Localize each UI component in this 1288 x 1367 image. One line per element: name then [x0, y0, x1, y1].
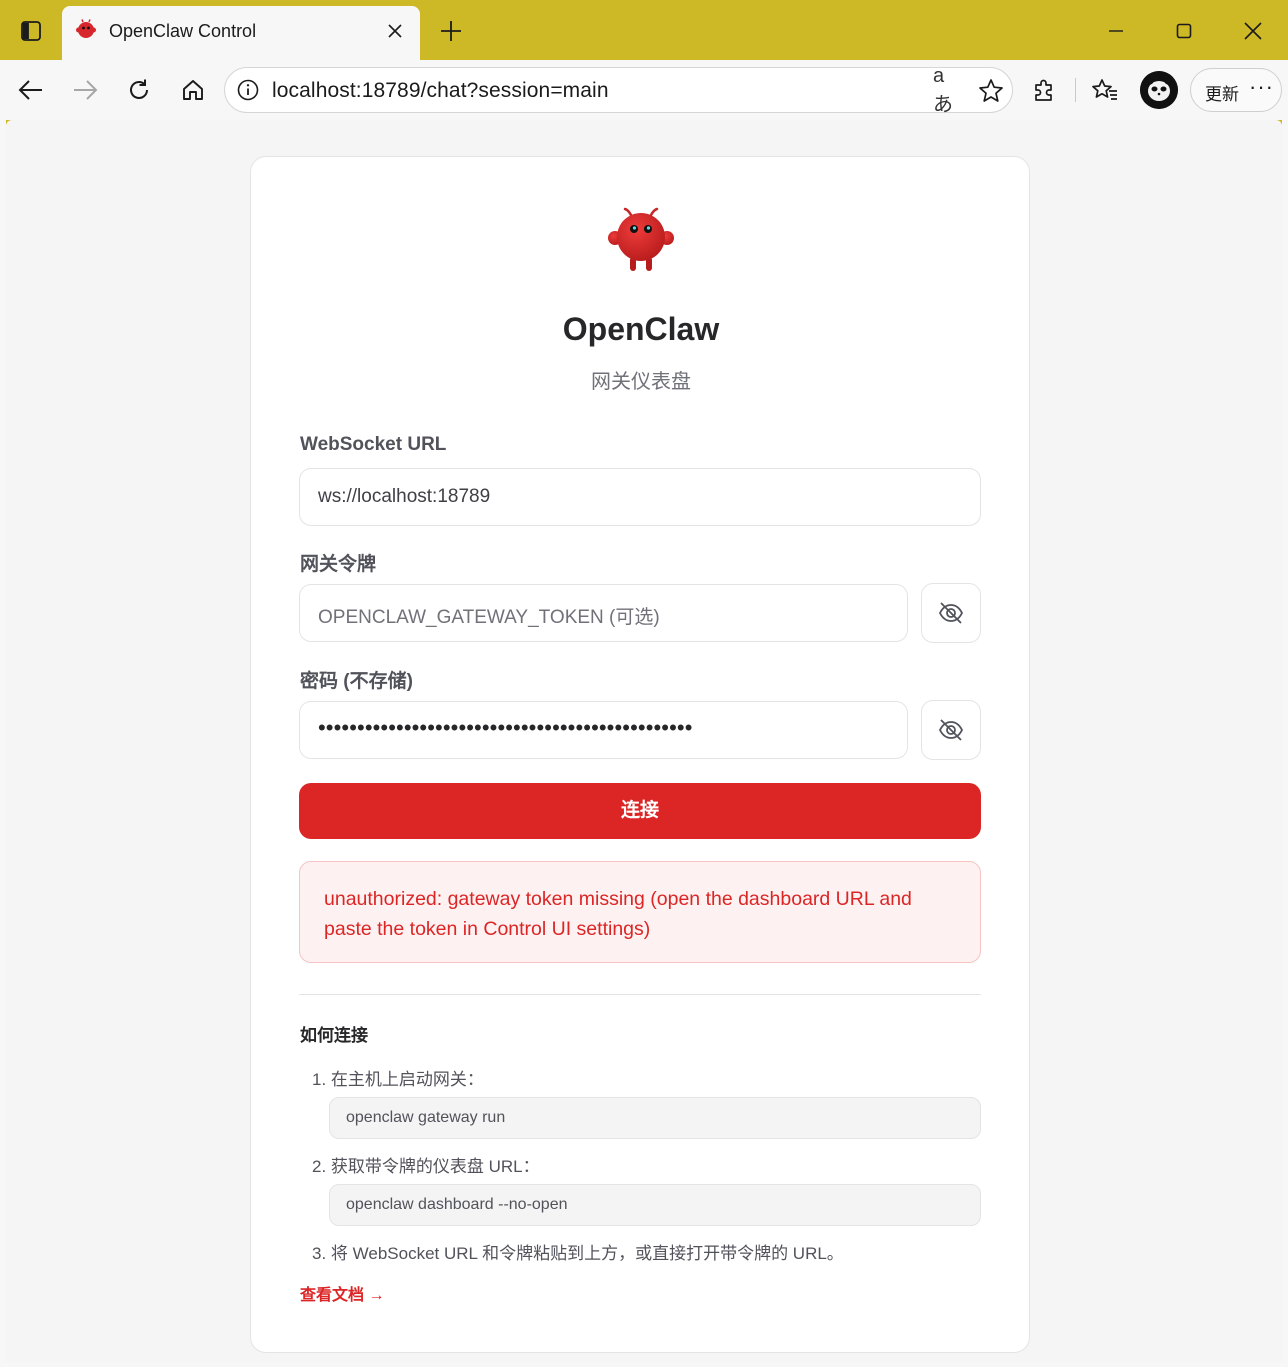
close-icon: [1244, 22, 1262, 40]
extensions-button[interactable]: [1024, 70, 1064, 110]
docs-link[interactable]: 查看文档 →: [300, 1281, 384, 1305]
forward-button[interactable]: [65, 70, 105, 110]
gateway-token-input[interactable]: OPENCLAW_GATEWAY_TOKEN (可选): [299, 584, 908, 642]
more-icon: ···: [1249, 74, 1274, 99]
puzzle-icon: [1035, 79, 1052, 101]
error-message: unauthorized: gateway token missing (ope…: [324, 888, 912, 940]
update-label: 更新: [1205, 85, 1239, 104]
gateway-token-placeholder: OPENCLAW_GATEWAY_TOKEN (可选): [318, 607, 660, 628]
read-aloud-button[interactable]: aあ: [933, 65, 963, 116]
eye-off-icon: [938, 719, 964, 741]
back-button[interactable]: [11, 70, 51, 110]
password-label: 密码 (不存储): [300, 671, 413, 692]
login-card: OpenClaw 网关仪表盘 WebSocket URL ws://localh…: [250, 156, 1030, 1353]
panda-avatar-icon: [1140, 71, 1178, 109]
code-text: openclaw dashboard --no-open: [346, 1196, 568, 1213]
websocket-url-input[interactable]: ws://localhost:18789: [299, 468, 981, 526]
favorites-button[interactable]: [1085, 70, 1125, 110]
close-icon: [388, 24, 402, 38]
tab-close-button[interactable]: [380, 16, 410, 46]
websocket-label: WebSocket URL: [300, 434, 447, 455]
back-arrow-icon: [18, 80, 42, 100]
toolbar-divider: [1075, 78, 1076, 102]
active-tab[interactable]: OpenClaw Control: [62, 6, 420, 60]
code-text: openclaw gateway run: [346, 1109, 506, 1126]
url-text[interactable]: localhost:18789/chat?session=main: [272, 79, 609, 103]
home-button[interactable]: [173, 70, 213, 110]
profile-avatar[interactable]: [1140, 71, 1178, 109]
code-block-gateway-run[interactable]: openclaw gateway run: [329, 1097, 981, 1139]
minimize-icon: [1109, 30, 1123, 32]
favorites-icon: [1092, 79, 1117, 100]
connect-button[interactable]: 连接: [299, 783, 981, 839]
openclaw-mascot-icon: [76, 19, 96, 38]
home-icon: [183, 80, 203, 100]
reload-icon: [130, 79, 148, 99]
minimize-button[interactable]: [1093, 10, 1139, 52]
code-block-dashboard[interactable]: openclaw dashboard --no-open: [329, 1184, 981, 1226]
window-border-bottom: [0, 1362, 1288, 1367]
page-viewport: OpenClaw 网关仪表盘 WebSocket URL ws://localh…: [6, 120, 1282, 1362]
page-subtitle: 网关仪表盘: [591, 371, 691, 393]
howto-step-1: 1. 在主机上启动网关：: [312, 1070, 484, 1089]
tab-actions-button[interactable]: [10, 12, 52, 50]
maximize-icon: [1176, 23, 1192, 39]
websocket-url-value: ws://localhost:18789: [318, 486, 491, 507]
error-alert: unauthorized: gateway token missing (ope…: [299, 861, 981, 963]
title-bar: OpenClaw Control: [0, 0, 1288, 60]
tab-title: OpenClaw Control: [109, 21, 257, 41]
forward-arrow-icon: [74, 80, 98, 100]
howto-title: 如何连接: [300, 1026, 368, 1045]
new-tab-button[interactable]: [432, 12, 470, 50]
password-masked-value: ••••••••••••••••••••••••••••••••••••••••…: [318, 715, 693, 740]
info-icon[interactable]: [237, 79, 259, 101]
plus-icon: [441, 21, 461, 41]
reload-button[interactable]: [119, 70, 159, 110]
maximize-button[interactable]: [1161, 10, 1207, 52]
password-input[interactable]: ••••••••••••••••••••••••••••••••••••••••…: [299, 701, 908, 759]
howto-step-3: 3. 将 WebSocket URL 和令牌粘贴到上方，或直接打开带令牌的 UR…: [312, 1244, 844, 1263]
toggle-token-visibility-button[interactable]: [921, 583, 981, 643]
brand-title: OpenClaw: [562, 311, 720, 347]
toggle-password-visibility-button[interactable]: [921, 700, 981, 760]
window-close-button[interactable]: [1230, 10, 1276, 52]
section-divider: [299, 994, 981, 995]
address-bar[interactable]: localhost:18789/chat?session=main aあ: [224, 65, 1013, 116]
openclaw-mascot-icon: [608, 207, 674, 271]
star-icon[interactable]: [977, 77, 1005, 105]
tab-actions-icon: [21, 21, 41, 41]
howto-step-2: 2. 获取带令牌的仪表盘 URL：: [312, 1157, 540, 1176]
update-button[interactable]: 更新 ···: [1190, 68, 1282, 112]
window-border-right: [1282, 120, 1288, 1367]
eye-off-icon: [938, 602, 964, 624]
token-label: 网关令牌: [300, 554, 377, 575]
